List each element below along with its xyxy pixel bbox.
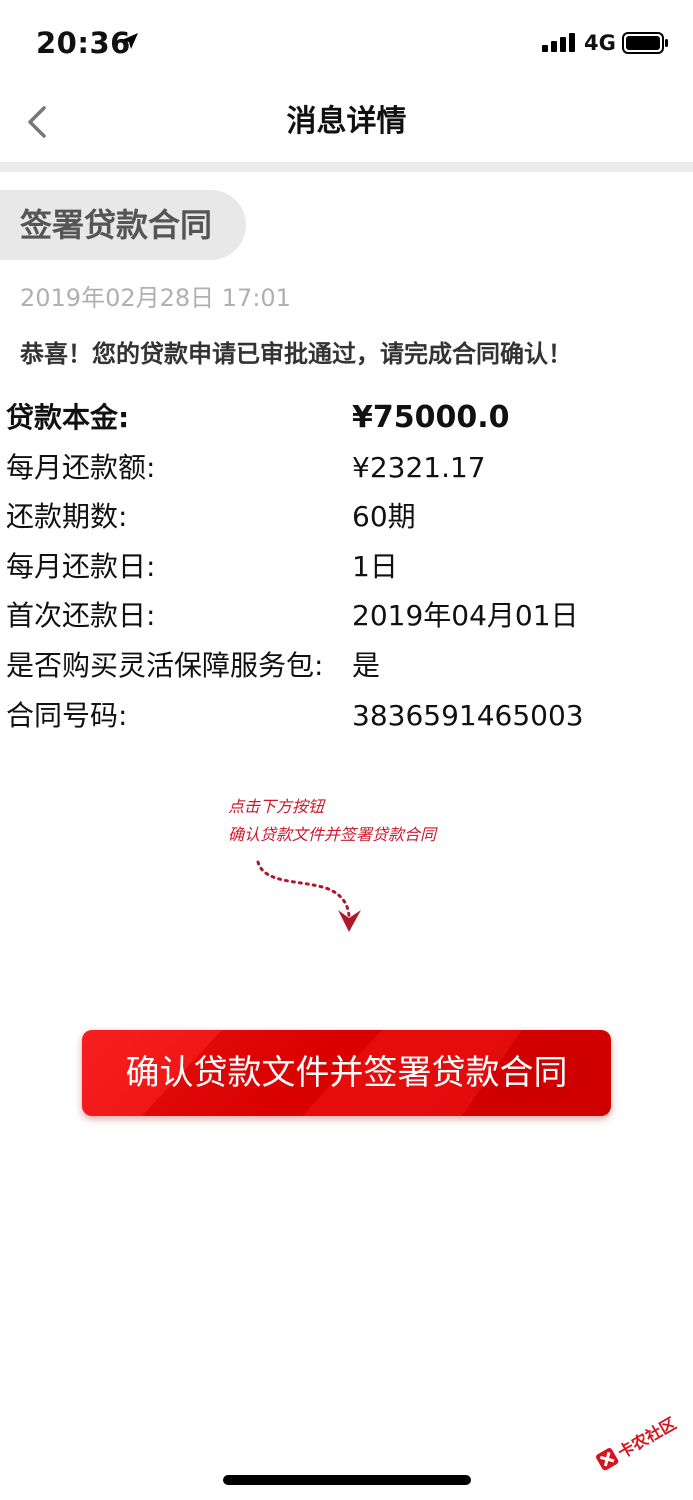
detail-label: 贷款本金: — [6, 401, 130, 434]
detail-value: ¥75000.0 — [352, 400, 510, 435]
detail-label: 合同号码: — [6, 699, 128, 732]
detail-row-contract-number: 合同号码: 3836591465003 — [6, 694, 686, 738]
detail-row-periods: 还款期数: 60期 — [6, 495, 686, 539]
dotted-arrow-icon — [256, 860, 361, 932]
detail-row-insurance: 是否购买灵活保障服务包: 是 — [6, 644, 686, 688]
battery-icon — [622, 32, 668, 54]
detail-label: 首次还款日: — [6, 599, 156, 632]
detail-value: 2019年04月01日 — [352, 599, 579, 632]
detail-value: 3836591465003 — [352, 699, 584, 732]
network-type: 4G — [584, 31, 616, 55]
location-arrow-icon — [122, 33, 138, 49]
detail-value: ¥2321.17 — [352, 451, 486, 484]
detail-label: 每月还款日: — [6, 550, 156, 583]
watermark-text: 卡农社区 — [614, 1414, 679, 1462]
detail-row-principal: 贷款本金: ¥75000.0 — [6, 396, 686, 440]
home-indicator[interactable] — [223, 1475, 471, 1485]
hint-line-1: 点击下方按钮 — [228, 797, 325, 816]
message-congrats-text: 恭喜！您的贷款申请已审批通过，请完成合同确认！ — [20, 340, 572, 368]
confirm-sign-contract-button[interactable]: 确认贷款文件并签署贷款合同 — [82, 1030, 611, 1116]
detail-value: 1日 — [352, 550, 398, 583]
detail-label: 是否购买灵活保障服务包: — [6, 649, 324, 682]
detail-value: 60期 — [352, 500, 416, 533]
detail-row-monthly-payment: 每月还款额: ¥2321.17 — [6, 446, 686, 490]
chevron-left-icon[interactable] — [22, 102, 58, 142]
community-watermark-logo: 卡农社区 — [595, 1414, 679, 1471]
detail-row-first-payment: 首次还款日: 2019年04月01日 — [6, 594, 686, 638]
confirm-button-label: 确认贷款文件并签署贷款合同 — [125, 1053, 568, 1093]
message-timestamp: 2019年02月28日 17:01 — [20, 284, 291, 312]
hint-line-2: 确认贷款文件并签署贷款合同 — [228, 825, 437, 844]
page-title: 消息详情 — [286, 104, 407, 139]
detail-value: 是 — [352, 649, 381, 682]
detail-row-payment-day: 每月还款日: 1日 — [6, 545, 686, 589]
message-type-tag: 签署贷款合同 — [0, 190, 246, 260]
status-bar: 20:36 4G — [0, 0, 693, 88]
cellular-signal-icon — [542, 33, 575, 52]
nav-divider — [0, 162, 693, 172]
detail-label: 每月还款额: — [6, 451, 156, 484]
detail-label: 还款期数: — [6, 500, 128, 533]
status-time: 20:36 — [36, 26, 131, 60]
